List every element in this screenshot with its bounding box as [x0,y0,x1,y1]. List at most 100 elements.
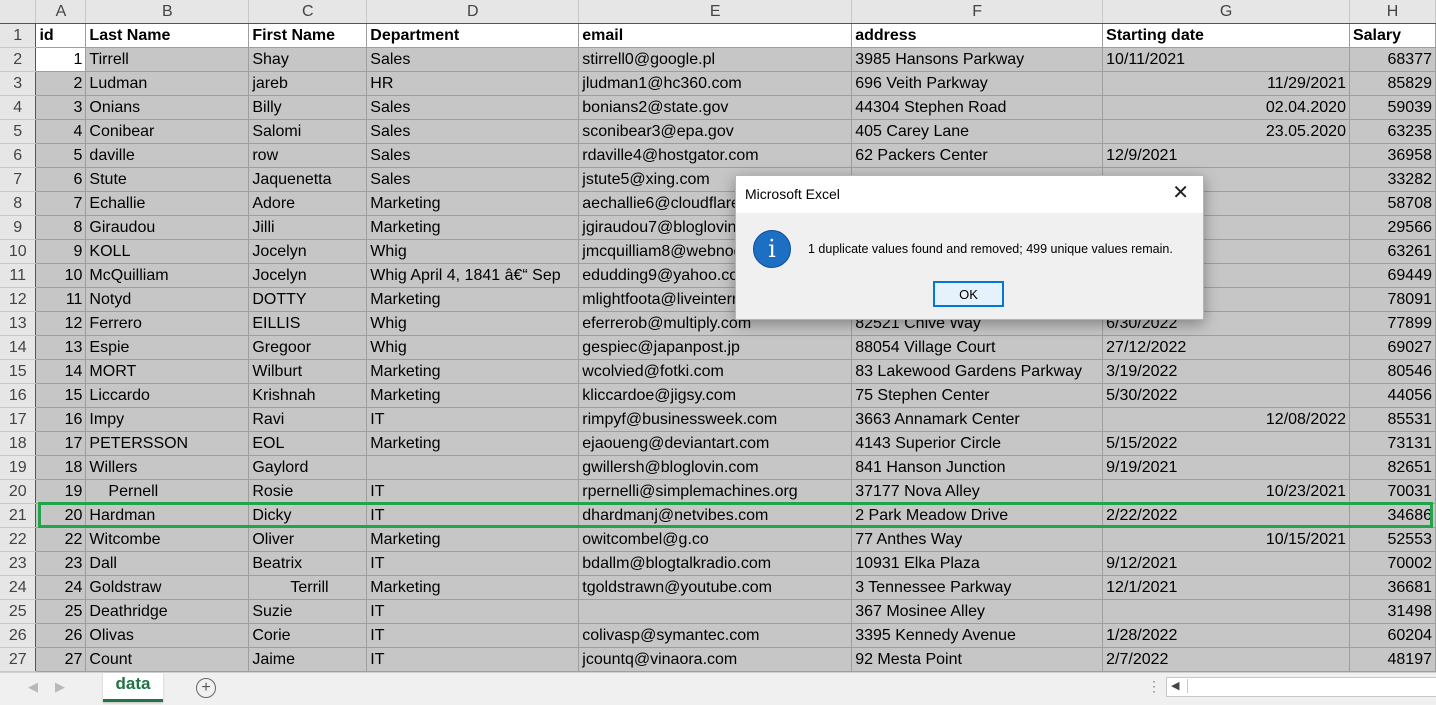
cell[interactable]: 80546 [1349,359,1436,384]
cell[interactable]: 13 [35,335,87,360]
scrollbar-thumb[interactable] [1187,679,1434,693]
cell[interactable]: Sales [366,143,580,168]
cell[interactable]: Stute [85,167,250,192]
cell[interactable]: 34686 [1349,503,1436,528]
row-header[interactable]: 25 [0,599,37,624]
cell[interactable]: Dicky [248,503,368,528]
cell[interactable]: Krishnah [248,383,368,408]
cell[interactable]: Wilburt [248,359,368,384]
cell[interactable]: 70031 [1349,479,1436,504]
cell[interactable]: 17 [35,431,87,456]
header-cell[interactable]: First Name [248,23,368,48]
row-header[interactable]: 14 [0,335,37,360]
cell[interactable]: IT [366,623,580,648]
cell[interactable]: IT [366,647,580,672]
row-header[interactable]: 23 [0,551,37,576]
row-header[interactable]: 3 [0,71,37,96]
row-header[interactable]: 21 [0,503,37,528]
row-header[interactable]: 15 [0,359,37,384]
column-header-c[interactable]: C [248,0,368,24]
cell[interactable]: 92 Mesta Point [851,647,1104,672]
cell[interactable]: PETERSSON [85,431,250,456]
cell[interactable]: IT [366,503,580,528]
cell[interactable]: 2/22/2022 [1102,503,1350,528]
cell[interactable]: Sales [366,119,580,144]
cell[interactable]: 36681 [1349,575,1436,600]
cell[interactable]: Sales [366,95,580,120]
row-header[interactable]: 4 [0,95,37,120]
cell[interactable]: 75 Stephen Center [851,383,1104,408]
cell[interactable]: Deathridge [85,599,250,624]
cell[interactable]: 10/11/2021 [1102,47,1350,72]
cell[interactable]: 12 [35,311,87,336]
add-sheet-button[interactable]: + [196,678,216,698]
cell[interactable]: 23 [35,551,87,576]
row-header[interactable]: 1 [0,23,37,48]
cell[interactable]: 8 [35,215,87,240]
cell[interactable]: 27/12/2022 [1102,335,1350,360]
cell[interactable]: 841 Hanson Junction [851,455,1104,480]
cell[interactable]: Marketing [366,383,580,408]
cell[interactable]: colivasp@symantec.com [578,623,853,648]
cell[interactable]: 25 [35,599,87,624]
sheet-tab-data[interactable]: data [103,673,163,702]
cell[interactable]: 9 [35,239,87,264]
cell[interactable]: 2 Park Meadow Drive [851,503,1104,528]
cell[interactable]: 405 Carey Lane [851,119,1104,144]
cell[interactable] [366,455,580,480]
cell[interactable]: 9/19/2021 [1102,455,1350,480]
cell[interactable]: HR [366,71,580,96]
cell[interactable]: Whig [366,311,580,336]
cell[interactable]: tgoldstrawn@youtube.com [578,575,853,600]
cell[interactable]: 10/15/2021 [1102,527,1350,552]
cell[interactable]: rimpyf@businessweek.com [578,407,853,432]
cell[interactable]: Sales [366,167,580,192]
cell[interactable]: Goldstraw [85,575,250,600]
cell[interactable]: Billy [248,95,368,120]
cell[interactable]: 83 Lakewood Gardens Parkway [851,359,1104,384]
cell[interactable]: jareb [248,71,368,96]
cell[interactable]: Conibear [85,119,250,144]
cell[interactable]: 10/23/2021 [1102,479,1350,504]
cell[interactable]: Liccardo [85,383,250,408]
cell[interactable]: Marketing [366,527,580,552]
cell[interactable]: 3985 Hansons Parkway [851,47,1104,72]
cell[interactable]: 4143 Superior Circle [851,431,1104,456]
row-header[interactable]: 18 [0,431,37,456]
cell[interactable]: 63261 [1349,239,1436,264]
header-cell[interactable]: Salary [1349,23,1436,48]
cell[interactable]: 5 [35,143,87,168]
cell[interactable]: Rosie [248,479,368,504]
cell[interactable]: 52553 [1349,527,1436,552]
column-header-b[interactable]: B [85,0,250,24]
row-header[interactable]: 9 [0,215,37,240]
cell[interactable]: Ferrero [85,311,250,336]
cell[interactable]: Ravi [248,407,368,432]
cell[interactable]: 68377 [1349,47,1436,72]
cell[interactable]: Marketing [366,575,580,600]
cell[interactable]: 7 [35,191,87,216]
cell[interactable]: 33282 [1349,167,1436,192]
cell[interactable]: kliccardoe@jigsy.com [578,383,853,408]
cell[interactable]: Dall [85,551,250,576]
cell[interactable]: dhardmanj@netvibes.com [578,503,853,528]
cell[interactable]: Willers [85,455,250,480]
cell[interactable]: 4 [35,119,87,144]
cell[interactable]: DOTTY [248,287,368,312]
cell[interactable]: IT [366,479,580,504]
cell[interactable]: Gaylord [248,455,368,480]
cell[interactable]: Whig [366,239,580,264]
cell[interactable]: bonians2@state.gov [578,95,853,120]
scroll-left-icon[interactable]: ◀ [1171,679,1179,692]
cell[interactable]: 48197 [1349,647,1436,672]
cell[interactable]: 1/28/2022 [1102,623,1350,648]
cell[interactable]: Marketing [366,191,580,216]
cell[interactable]: 26 [35,623,87,648]
header-cell[interactable]: id [35,23,87,48]
cell[interactable]: Espie [85,335,250,360]
cell[interactable]: Jocelyn [248,239,368,264]
row-header[interactable]: 17 [0,407,37,432]
cell[interactable]: McQuilliam [85,263,250,288]
cell[interactable]: 3 [35,95,87,120]
cell[interactable] [578,599,853,624]
